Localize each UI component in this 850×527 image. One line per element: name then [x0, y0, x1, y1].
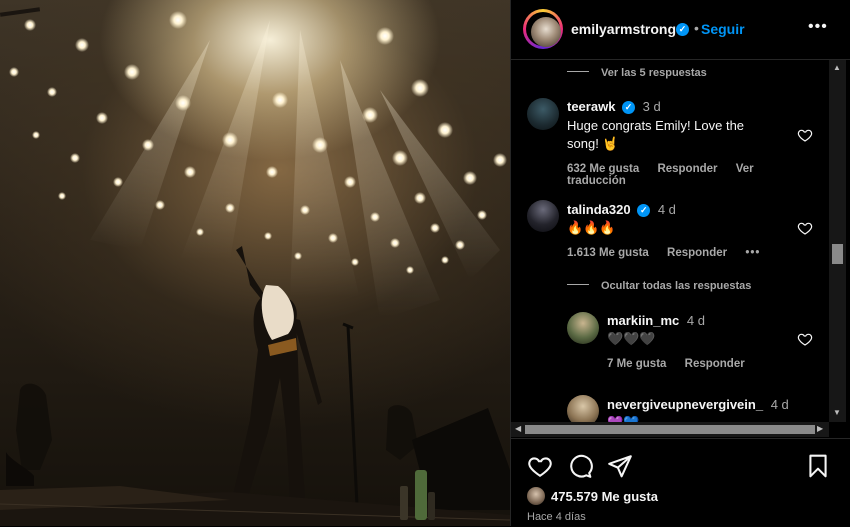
likes-count[interactable]: 475.579 Me gusta — [551, 489, 658, 504]
reply-button[interactable]: Responder — [667, 247, 727, 259]
more-options-icon[interactable]: ••• — [808, 18, 828, 36]
commenter-avatar[interactable] — [567, 395, 599, 422]
heart-icon[interactable] — [527, 453, 553, 479]
commenter-username[interactable]: talinda320 — [567, 202, 631, 217]
heart-icon[interactable] — [797, 127, 813, 143]
heart-icon[interactable] — [797, 331, 813, 347]
comment-time: 3 d — [642, 99, 661, 114]
post-side-panel: emilyarmstrong ✓ • Seguir ••• Ver las 5 … — [511, 0, 850, 526]
comment-icon[interactable] — [567, 453, 593, 479]
commenter-username[interactable]: teerawk — [567, 99, 615, 114]
comment-text: Huge congrats Emily! Love the song! 🤘 — [567, 118, 745, 151]
liker-avatar — [527, 487, 545, 505]
commenter-avatar[interactable] — [527, 200, 559, 232]
post-actions-bar: 475.579 Me gusta Hace 4 días — [511, 438, 850, 527]
reply-button[interactable]: Responder — [685, 358, 745, 370]
hide-replies-button[interactable]: Ocultar todas las respuestas — [567, 280, 751, 292]
scrollbar-thumb[interactable] — [525, 425, 815, 434]
scroll-right-icon[interactable]: ▶ — [817, 424, 823, 433]
comment-more-icon[interactable]: ••• — [745, 247, 760, 259]
verified-badge-icon: ✓ — [622, 101, 636, 114]
scroll-left-icon[interactable]: ◀ — [515, 424, 521, 433]
commenter-username[interactable]: nevergiveupnevergivein_ — [607, 397, 763, 412]
comment-likes-count[interactable]: 1.613 Me gusta — [567, 247, 649, 259]
scrollbar-thumb[interactable] — [832, 244, 843, 264]
comment-text: 💜💙 — [607, 414, 639, 422]
vertical-scrollbar[interactable]: ▲ ▼ — [829, 60, 846, 422]
comment-time: 4 d — [770, 397, 789, 412]
post-timestamp[interactable]: Hace 4 días — [527, 511, 586, 523]
concert-scene — [0, 7, 510, 526]
bookmark-icon[interactable] — [805, 453, 831, 479]
comment-text: 🔥🔥🔥 — [567, 220, 616, 235]
post-photo — [0, 0, 510, 526]
commenter-avatar[interactable] — [527, 98, 559, 130]
verified-badge-icon: ✓ — [676, 23, 689, 36]
commenter-username[interactable]: markiin_mc — [607, 313, 679, 328]
comment-likes-count[interactable]: 632 Me gusta — [567, 163, 639, 175]
horizontal-scrollbar[interactable]: ◀ ▶ — [511, 422, 829, 437]
commenter-avatar[interactable] — [567, 312, 599, 344]
comment-text: 🖤🖤🖤 — [607, 331, 656, 346]
scroll-up-icon[interactable]: ▲ — [833, 63, 841, 72]
author-username[interactable]: emilyarmstrong — [571, 21, 676, 37]
comment-time: 4 d — [657, 202, 676, 217]
post-header: emilyarmstrong ✓ • Seguir ••• — [511, 0, 850, 60]
follow-button[interactable]: Seguir — [701, 21, 745, 37]
heart-icon[interactable] — [797, 220, 813, 236]
reply-button[interactable]: Responder — [657, 163, 717, 175]
comment-likes-count[interactable]: 7 Me gusta — [607, 358, 666, 370]
header-separator: • — [694, 20, 699, 36]
verified-badge-icon: ✓ — [637, 204, 651, 217]
author-avatar[interactable] — [523, 9, 563, 49]
view-replies-button[interactable]: Ver las 5 respuestas — [567, 67, 707, 79]
scroll-down-icon[interactable]: ▼ — [833, 408, 841, 417]
comments-list[interactable]: Ver las 5 respuestas teerawk ✓ 3 d Huge … — [511, 60, 829, 422]
send-icon[interactable] — [607, 453, 633, 479]
comment-time: 4 d — [686, 313, 705, 328]
